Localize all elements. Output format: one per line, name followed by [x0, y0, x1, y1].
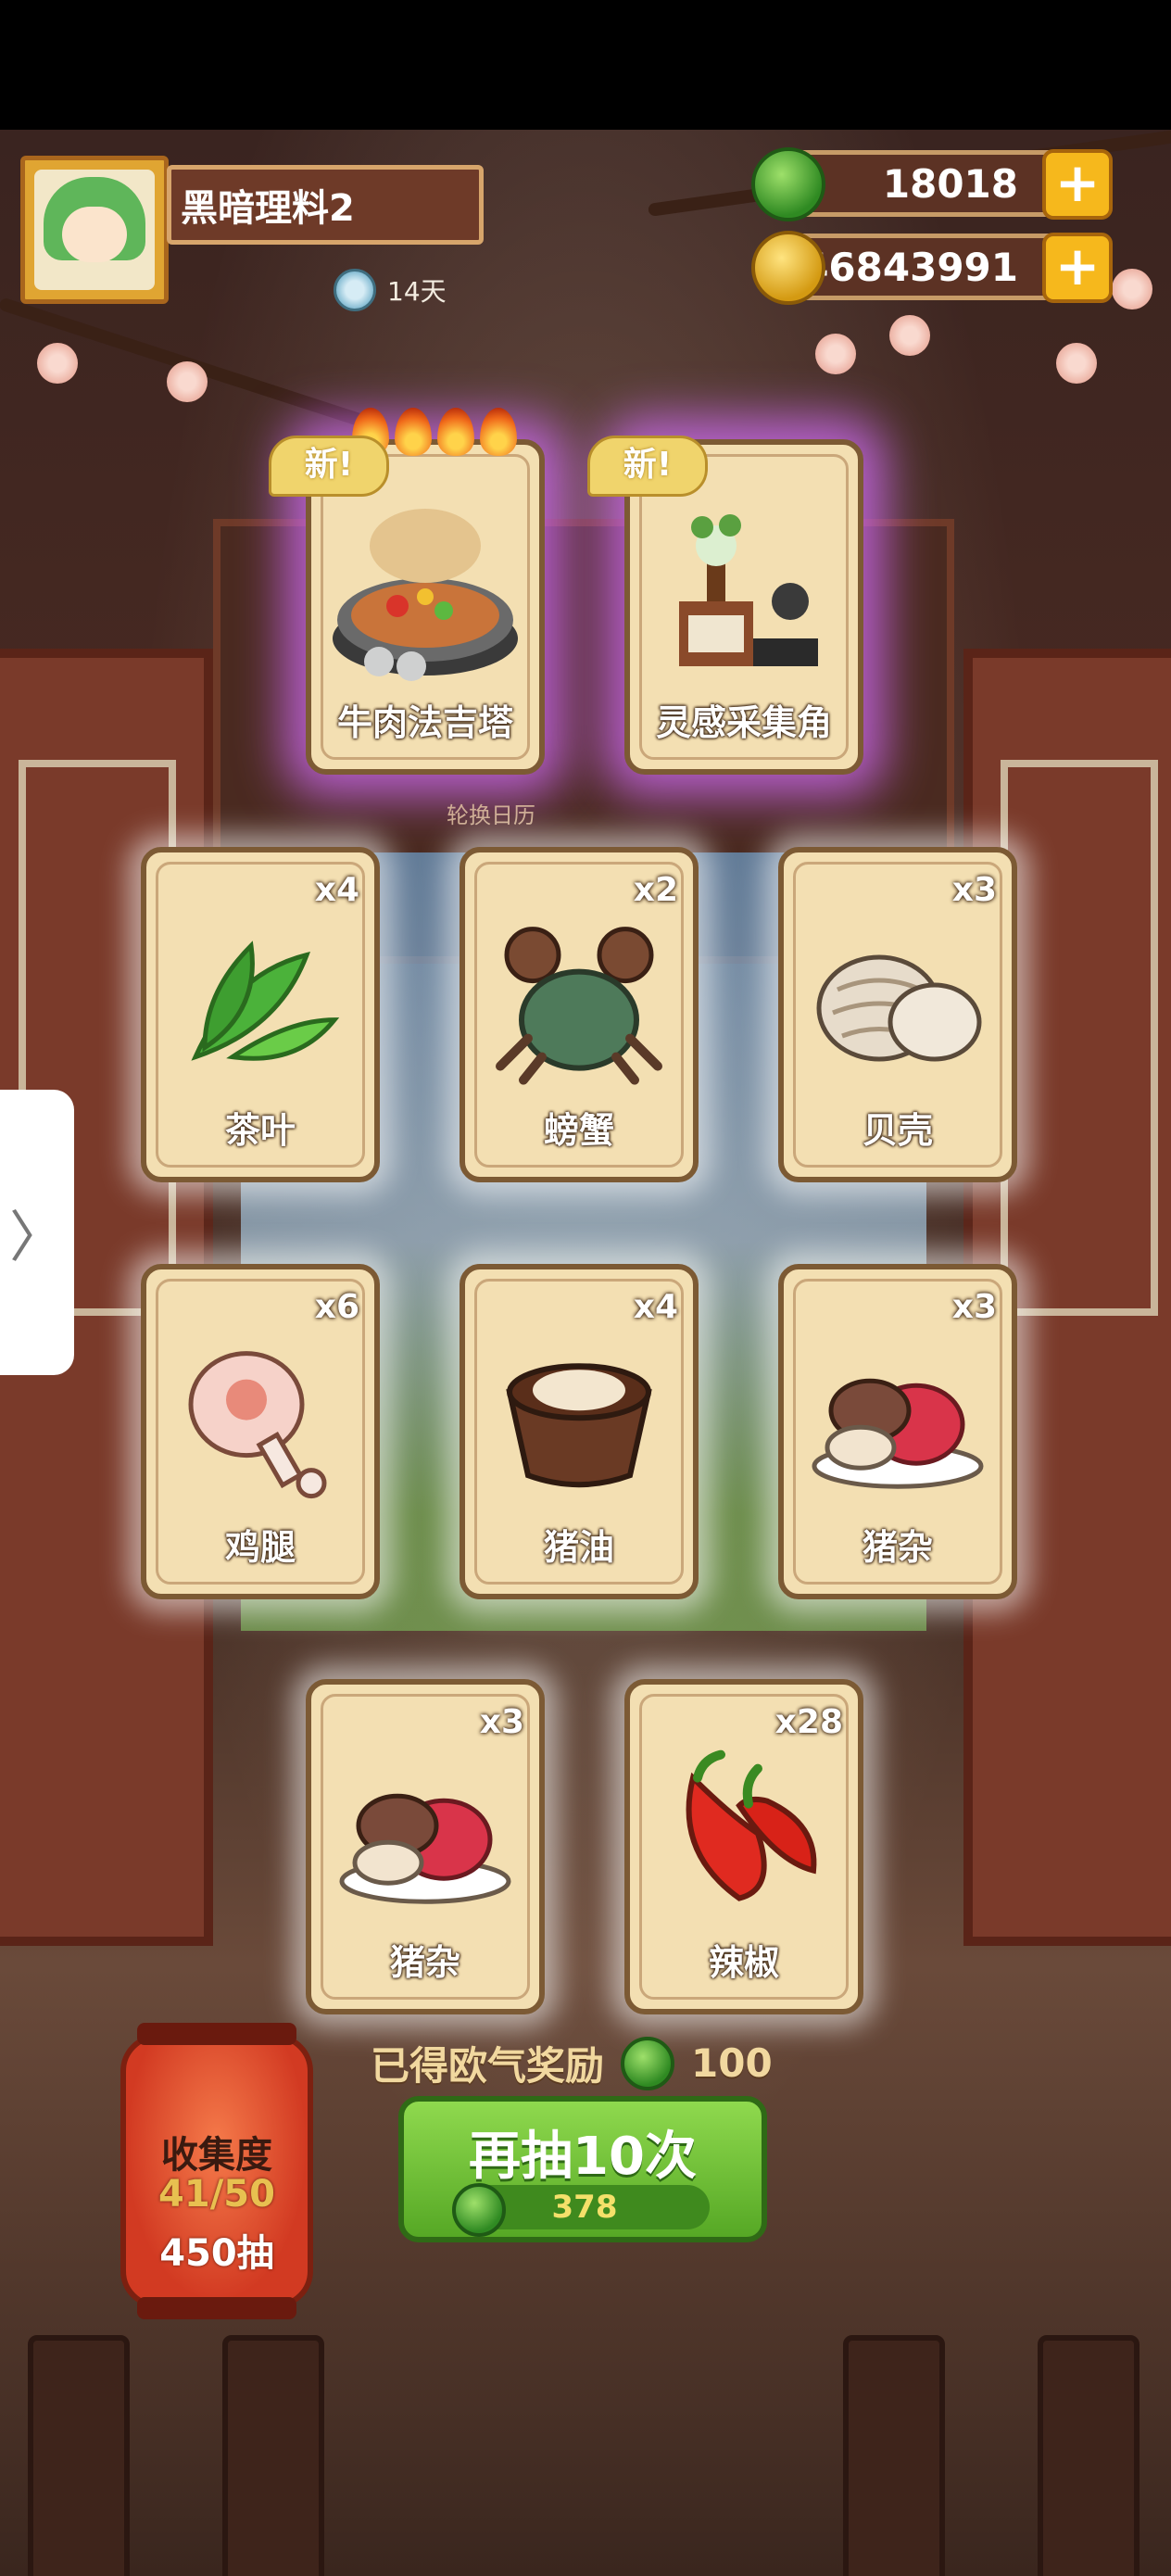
featured-name: 牛肉法吉塔 [336, 702, 513, 743]
item-card-tea[interactable]: x4 茶叶 [141, 847, 380, 1182]
side-drawer-tab[interactable]: 〉 [0, 1090, 74, 1375]
fajita-dish-icon [333, 509, 518, 681]
avatar-portrait [34, 170, 155, 290]
collection-progress-lantern[interactable]: 收集度 41/50 450抽 [120, 2023, 313, 2319]
floor-post [222, 2335, 324, 2576]
collection-progress: 41/50 [158, 2173, 275, 2216]
item-name: 猪油 [543, 1527, 614, 1568]
collection-title: 收集度 [161, 2134, 272, 2177]
draw-cost-amount: 378 [551, 2189, 618, 2226]
item-name: 猪杂 [389, 1942, 460, 1983]
item-name: 鸡腿 [224, 1527, 296, 1568]
featured-card-inspiration[interactable]: 新! 灵感采集角 [587, 436, 863, 775]
floor-post [28, 2335, 130, 2576]
item-name: 贝壳 [862, 1110, 933, 1151]
item-count: x3 [479, 1703, 524, 1741]
jade-amount: 18018 [882, 160, 1018, 207]
blossom [1112, 269, 1152, 309]
add-jade-button[interactable]: + [1042, 149, 1113, 220]
featured-name: 灵感采集角 [655, 702, 832, 743]
dish-bowl-icon [334, 269, 376, 311]
inspiration-corner-icon [679, 514, 818, 666]
chili-pepper-icon [686, 1749, 817, 1901]
shell-icon [816, 954, 982, 1062]
item-count: x3 [951, 1288, 997, 1326]
coin-icon [751, 231, 825, 305]
jade-currency: 18018 + [751, 147, 1113, 221]
tea-leaf-icon [191, 941, 340, 1061]
login-days: 14天 [334, 269, 447, 311]
draw-button-label: 再抽10次 [469, 2127, 697, 2187]
jade-icon [621, 2036, 675, 2090]
blossom [889, 315, 930, 356]
item-count: x6 [314, 1288, 359, 1326]
lantern-top [137, 2023, 296, 2045]
new-badge: 新! [587, 436, 708, 497]
flame-icon [437, 408, 474, 456]
collection-draws: 450抽 [159, 2232, 274, 2275]
item-name: 猪杂 [862, 1527, 933, 1568]
draw-cost: 378 [452, 2183, 710, 2237]
rotate-calendar-label: 轮换日历 [447, 802, 535, 828]
item-card-shell[interactable]: x3 贝壳 [778, 847, 1017, 1182]
item-card-pork-offal[interactable]: x3 猪杂 [778, 1264, 1017, 1599]
item-count: x4 [633, 1288, 678, 1326]
new-badge: 新! [269, 436, 389, 497]
crab-icon [496, 927, 662, 1085]
lantern-bottom [137, 2297, 296, 2319]
item-count: x2 [633, 871, 678, 909]
item-card-chicken-leg[interactable]: x6 鸡腿 [141, 1264, 380, 1599]
floor-post [843, 2335, 945, 2576]
pork-offal-icon [339, 1793, 511, 1904]
item-count: x4 [314, 871, 359, 909]
days-label: 14天 [387, 276, 447, 307]
item-count: x28 [774, 1703, 843, 1741]
lucky-reward: 已得欧气奖励 100 [371, 2035, 773, 2091]
chicken-leg-icon [188, 1351, 327, 1499]
item-name: 茶叶 [224, 1110, 296, 1151]
item-card-chili[interactable]: x28 辣椒 [624, 1679, 863, 2014]
reward-amount: 100 [691, 2040, 773, 2086]
jade-icon [751, 147, 825, 221]
add-coins-button[interactable]: + [1042, 233, 1113, 303]
featured-card-fajita[interactable]: 新! 牛肉法吉塔 [269, 408, 545, 775]
lard-icon [506, 1363, 652, 1488]
player-name: 黑暗理料2 [167, 165, 484, 245]
floor-post [1038, 2335, 1140, 2576]
item-name: 辣椒 [708, 1942, 779, 1983]
item-card-pork-offal-2[interactable]: x3 猪杂 [306, 1679, 545, 2014]
item-name: 螃蟹 [543, 1110, 614, 1151]
coin-currency: 46843991 + [751, 231, 1113, 305]
reward-text: 已得欧气奖励 [371, 2043, 605, 2089]
right-window-lattice [1001, 760, 1158, 1316]
jade-icon [452, 2183, 506, 2237]
blossom [815, 334, 856, 374]
flame-icon [395, 408, 432, 456]
avatar-face [62, 207, 127, 262]
player-avatar[interactable] [20, 156, 169, 304]
item-card-lard[interactable]: x4 猪油 [460, 1264, 699, 1599]
blossom [1056, 343, 1097, 384]
draw-ten-again-button[interactable]: 再抽10次 378 [398, 2096, 767, 2242]
item-count: x3 [951, 871, 997, 909]
blossom [37, 343, 78, 384]
blossom [167, 361, 208, 402]
coin-amount: 46843991 [801, 244, 1018, 290]
pork-offal-icon [812, 1378, 984, 1489]
flame-icon [480, 408, 517, 456]
item-card-crab[interactable]: x2 螃蟹 [460, 847, 699, 1182]
